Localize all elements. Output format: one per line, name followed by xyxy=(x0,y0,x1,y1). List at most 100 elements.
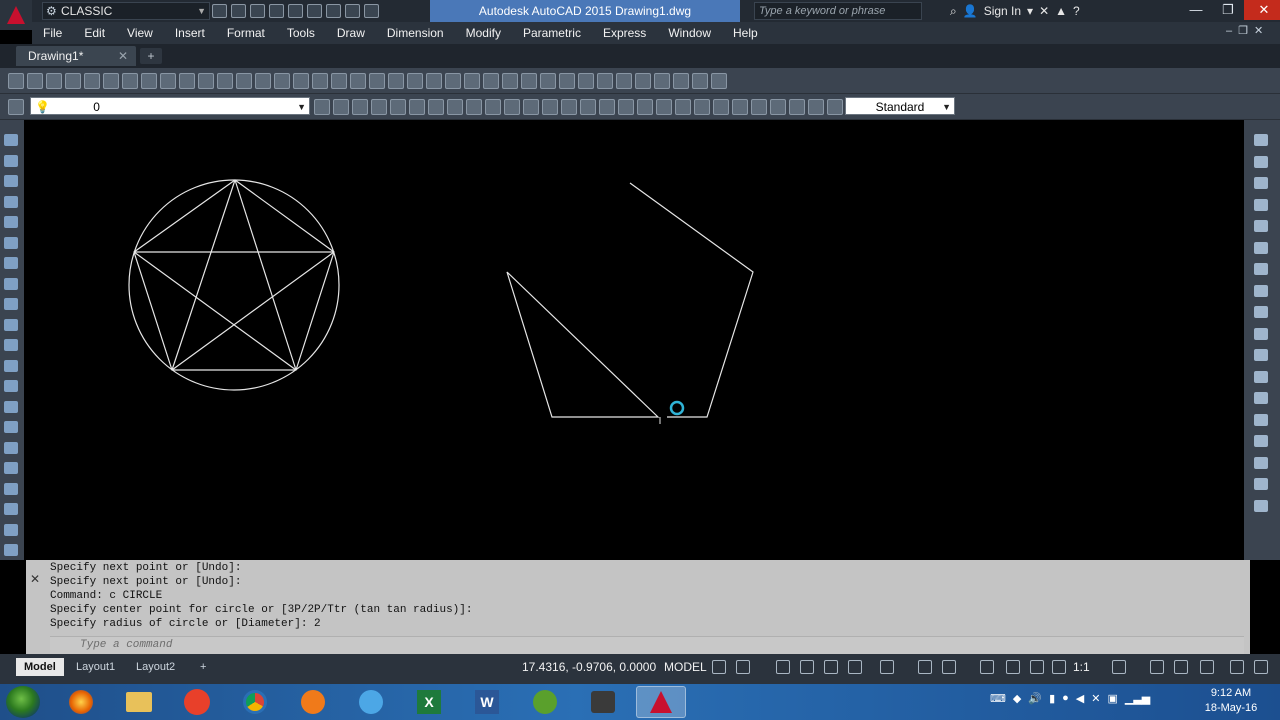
menu-insert[interactable]: Insert xyxy=(164,22,216,44)
tab-layout1[interactable]: Layout1 xyxy=(68,658,123,676)
language-icon[interactable]: ⌨ xyxy=(990,692,1006,705)
tab-model[interactable]: Model xyxy=(16,658,64,676)
toolbar-tool-icon[interactable] xyxy=(369,73,385,89)
toolbar-tool-icon[interactable] xyxy=(141,73,157,89)
side-tool-icon[interactable] xyxy=(4,400,18,413)
object-snap-tracking-icon[interactable] xyxy=(918,660,932,674)
exchange-icon[interactable]: ✕ xyxy=(1039,0,1049,22)
side-tool-icon[interactable] xyxy=(4,462,18,474)
toolbar-tool-icon[interactable] xyxy=(502,73,518,89)
shield-icon[interactable]: ▣ xyxy=(1107,692,1117,705)
toolbar-tool-icon[interactable] xyxy=(350,73,366,89)
toolbar-tool-icon[interactable] xyxy=(447,99,463,115)
toolbar-tool-icon[interactable] xyxy=(540,73,556,89)
new-icon[interactable] xyxy=(212,4,227,18)
auto-scale-icon[interactable] xyxy=(1030,660,1044,674)
network-signal-icon[interactable]: ▁▃▅ xyxy=(1125,692,1150,705)
toolbar-tool-icon[interactable] xyxy=(523,99,539,115)
toolbar-tool-icon[interactable] xyxy=(409,99,425,115)
save-as-icon[interactable] xyxy=(269,4,284,18)
side-tool-icon[interactable] xyxy=(1254,155,1268,168)
isolate-objects-icon[interactable] xyxy=(1174,660,1188,674)
layer-dropdown[interactable]: 💡 0 ▼ xyxy=(30,97,310,115)
toolbar-tool-icon[interactable] xyxy=(789,99,805,115)
grid-icon[interactable] xyxy=(712,660,726,674)
menu-view[interactable]: View xyxy=(116,22,164,44)
start-button[interactable] xyxy=(6,686,40,718)
coordinate-readout[interactable]: 17.4316, -0.9706, 0.0000 xyxy=(522,658,656,676)
toolbar-tool-icon[interactable] xyxy=(122,73,138,89)
side-tool-icon[interactable] xyxy=(4,339,18,351)
signin-label[interactable]: Sign In xyxy=(984,0,1021,22)
toolbar-tool-icon[interactable] xyxy=(673,73,689,89)
toolbar-tool-icon[interactable] xyxy=(521,73,537,89)
file-explorer-icon[interactable] xyxy=(114,686,164,718)
toolbar-tool-icon[interactable] xyxy=(599,99,615,115)
internet-explorer-icon[interactable] xyxy=(346,686,396,718)
toolbar-tool-icon[interactable] xyxy=(616,73,632,89)
side-tool-icon[interactable] xyxy=(4,380,18,392)
side-tool-icon[interactable] xyxy=(1254,499,1268,512)
lineweight-icon[interactable] xyxy=(980,660,994,674)
side-tool-icon[interactable] xyxy=(1254,220,1268,232)
undo-icon[interactable] xyxy=(288,4,303,18)
side-tool-icon[interactable] xyxy=(1254,198,1268,211)
side-tool-icon[interactable] xyxy=(1254,241,1268,254)
menu-express[interactable]: Express xyxy=(592,22,657,44)
utorrent-icon[interactable] xyxy=(520,686,570,718)
battery-icon[interactable]: ▮ xyxy=(1049,692,1055,705)
mute-icon[interactable]: ✕ xyxy=(1091,692,1100,705)
menu-tools[interactable]: Tools xyxy=(276,22,326,44)
toolbar-tool-icon[interactable] xyxy=(618,99,634,115)
toolbar-tool-icon[interactable] xyxy=(217,73,233,89)
menu-edit[interactable]: Edit xyxy=(73,22,116,44)
toolbar-tool-icon[interactable] xyxy=(732,99,748,115)
annotation-scale-icon[interactable] xyxy=(1052,660,1066,674)
document-window-controls[interactable]: –❐✕ xyxy=(1226,24,1269,37)
drawing-canvas[interactable] xyxy=(24,120,1244,560)
toolbar-tool-icon[interactable] xyxy=(466,99,482,115)
signin-area[interactable]: ⌕ 👤 Sign In ▾ ✕ ▲ ? xyxy=(950,0,1080,22)
menu-dimension[interactable]: Dimension xyxy=(376,22,455,44)
side-tool-icon[interactable] xyxy=(4,175,18,187)
command-input[interactable]: Type a command xyxy=(50,636,1244,654)
dynamic-input-icon[interactable] xyxy=(800,660,814,674)
minimize-button[interactable]: — xyxy=(1180,0,1212,20)
toolbar-tool-icon[interactable] xyxy=(656,99,672,115)
toolbar-tool-icon[interactable] xyxy=(445,73,461,89)
toolbar-tool-icon[interactable] xyxy=(46,73,62,89)
menu-help[interactable]: Help xyxy=(722,22,769,44)
side-tool-icon[interactable] xyxy=(1254,456,1268,469)
open-icon[interactable] xyxy=(231,4,246,18)
side-tool-icon[interactable] xyxy=(4,195,18,208)
firefox-icon[interactable] xyxy=(56,686,106,718)
toolbar-tool-icon[interactable] xyxy=(426,73,442,89)
toolbar-tool-icon[interactable] xyxy=(333,99,349,115)
customize-icon[interactable] xyxy=(364,4,379,18)
workspace-dropdown[interactable]: ⚙ CLASSIC ▼ xyxy=(42,2,210,20)
help-icon[interactable]: ? xyxy=(1073,0,1080,22)
toolbar-tool-icon[interactable] xyxy=(635,73,651,89)
menu-modify[interactable]: Modify xyxy=(455,22,512,44)
snap-icon[interactable] xyxy=(736,660,750,674)
side-tool-icon[interactable] xyxy=(4,236,18,249)
binoculars-icon[interactable]: ⌕ xyxy=(950,0,957,22)
side-tool-icon[interactable] xyxy=(4,523,18,536)
redo-icon[interactable] xyxy=(307,4,322,18)
side-tool-icon[interactable] xyxy=(1254,134,1268,146)
tab-layout2[interactable]: Layout2 xyxy=(128,658,183,676)
toolbar-tool-icon[interactable] xyxy=(236,73,252,89)
model-space-button[interactable]: MODEL xyxy=(664,658,707,676)
menu-format[interactable]: Format xyxy=(216,22,276,44)
toolbar-tool-icon[interactable] xyxy=(504,99,520,115)
tab-drawing1[interactable]: Drawing1* ✕ xyxy=(16,46,136,66)
maximize-button[interactable]: ❐ xyxy=(1212,0,1244,20)
notes-app-icon[interactable] xyxy=(172,686,222,718)
camtasia-icon[interactable] xyxy=(578,686,628,718)
close-icon[interactable]: ✕ xyxy=(30,572,40,586)
toolbar-tool-icon[interactable] xyxy=(561,99,577,115)
side-tool-icon[interactable] xyxy=(4,257,18,269)
menu-file[interactable]: File xyxy=(32,22,73,44)
side-tool-icon[interactable] xyxy=(1254,413,1268,426)
side-tool-icon[interactable] xyxy=(1254,478,1268,490)
